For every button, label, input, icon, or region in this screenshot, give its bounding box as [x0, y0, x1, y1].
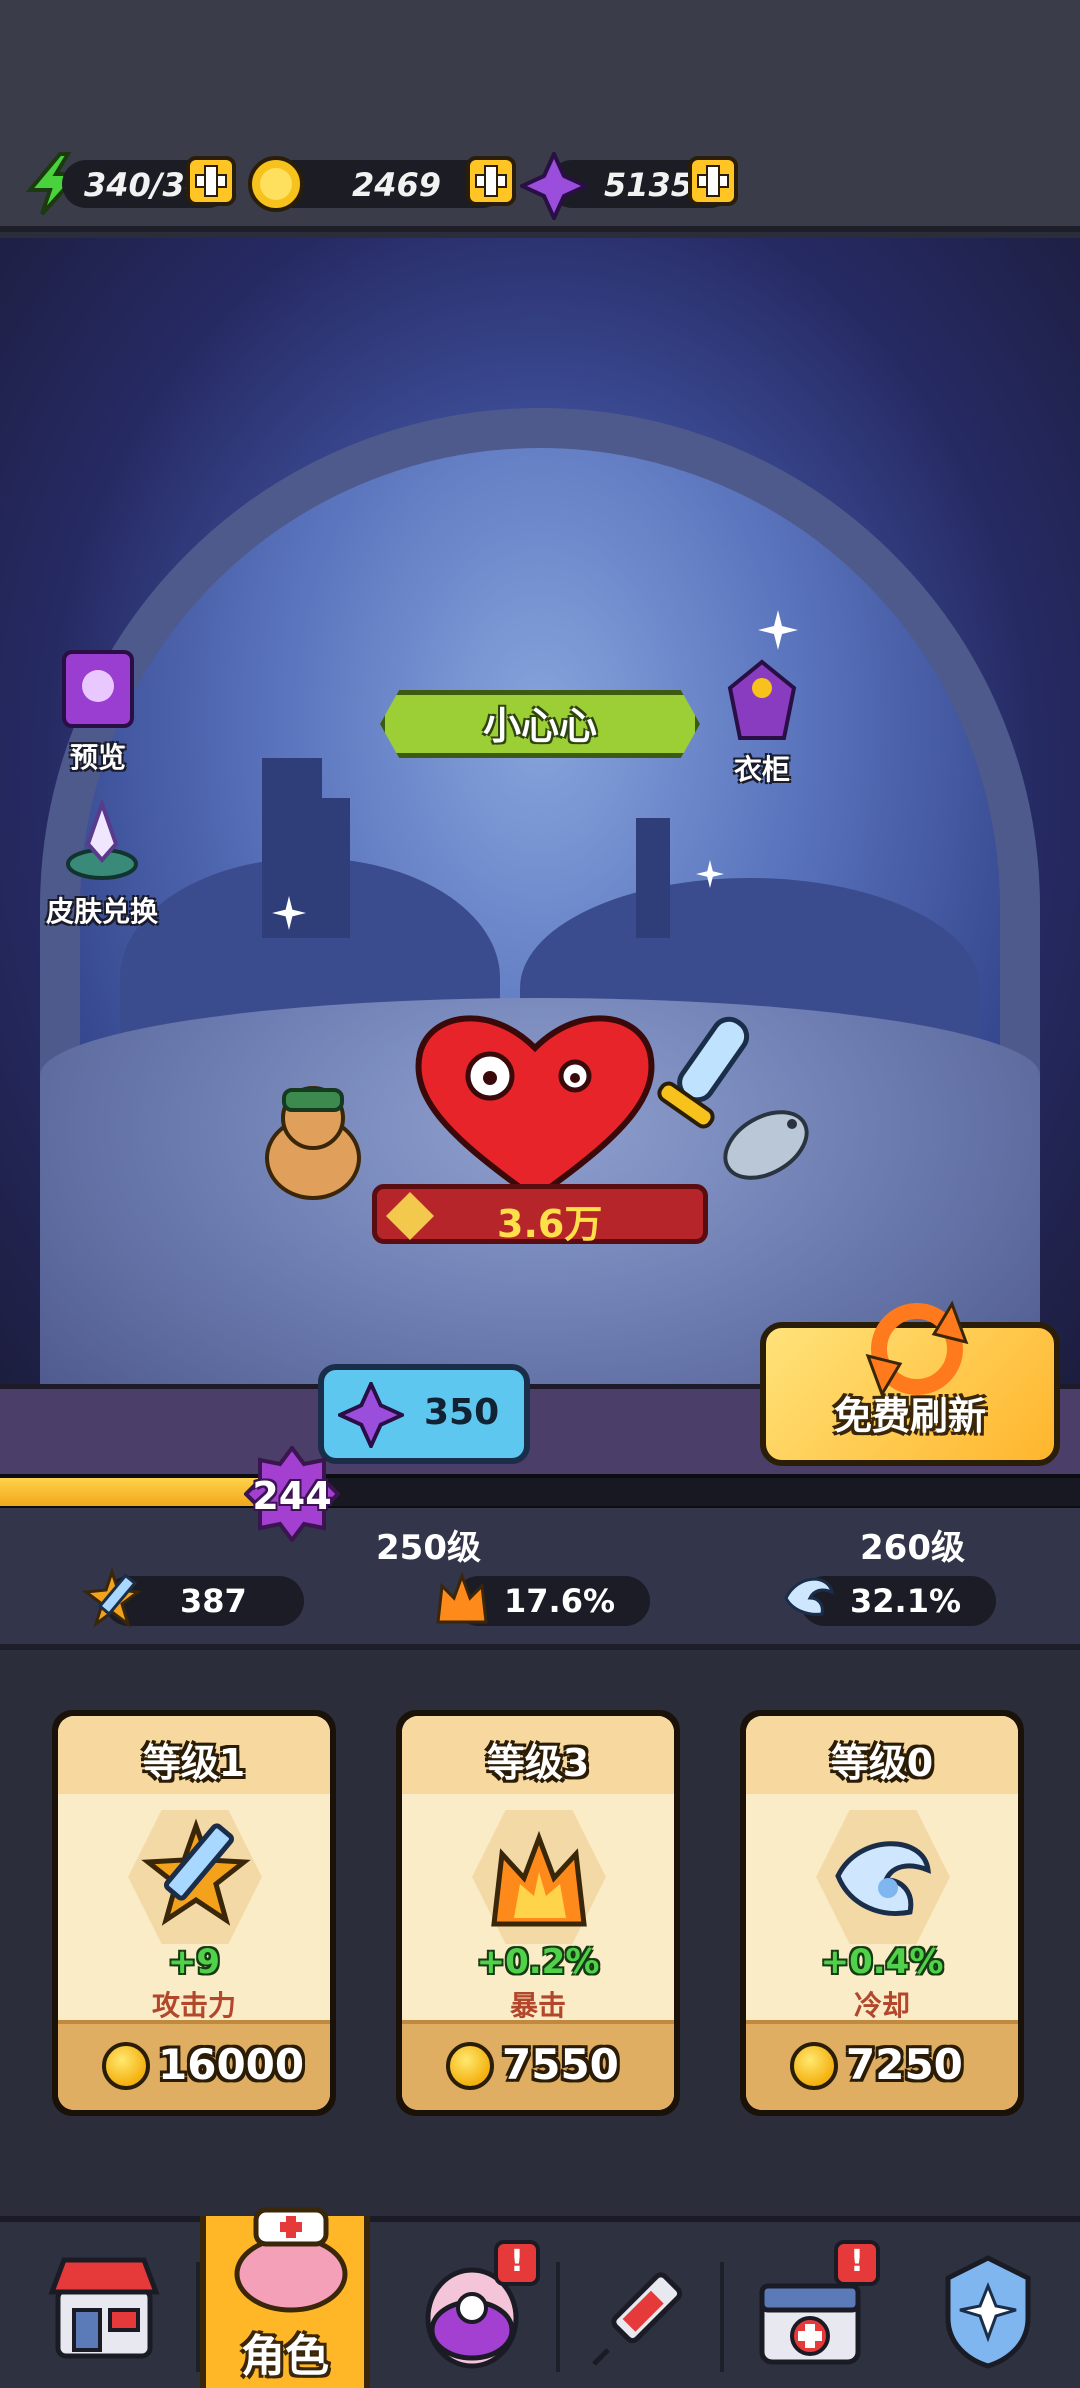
coin-icon — [102, 2042, 150, 2090]
guild-emblem-icon — [945, 2255, 1031, 2369]
upgrade-cards: 等级1 +9 攻击力 16000 等级3 +0.2% 暴击 7550 等级0 +… — [0, 1656, 1080, 2216]
nav-medkit[interactable]: ! — [730, 2236, 900, 2388]
purple-gem-icon — [338, 1382, 404, 1448]
card-bonus-value: +0.2% — [476, 1942, 600, 1982]
nav-egg[interactable]: ! — [390, 2236, 560, 2388]
nav-guild[interactable] — [904, 2236, 1074, 2388]
cooldown-stat: 32.1% — [784, 1576, 996, 1626]
shop-icon — [48, 2257, 160, 2359]
gold-value: 2469 — [352, 166, 442, 204]
card-stat-name: 攻击力 — [151, 1989, 236, 2022]
card-level-label: 等级1 — [142, 1741, 246, 1785]
preview-label: 预览 — [69, 741, 126, 774]
card-price-bar[interactable]: 7550 — [402, 2020, 674, 2110]
free-refresh-button[interactable]: 免费刷新 — [760, 1300, 1060, 1466]
heart-character[interactable] — [410, 998, 660, 1208]
card-price-bar[interactable]: 16000 — [58, 2020, 330, 2110]
notification-badge: ! — [834, 2240, 880, 2286]
card-level-label: 等级3 — [486, 1741, 590, 1785]
wardrobe-label: 衣柜 — [733, 753, 790, 786]
level-value: 244 — [252, 1474, 332, 1518]
sword-icon — [141, 1818, 251, 1926]
crit-stat: 17.6% — [436, 1571, 650, 1626]
resource-bar: 340/30 2469 5135 — [0, 0, 1080, 232]
milestone-label: 260级 — [860, 1528, 965, 1568]
level-progress-fill — [0, 1478, 260, 1506]
spellbook-icon — [62, 650, 134, 728]
level-progress-bar — [0, 1474, 1080, 1510]
coin-icon — [248, 156, 304, 212]
sparkle-icon — [272, 896, 306, 930]
skin-exchange-button[interactable]: 皮肤兑换 — [32, 797, 172, 930]
sparkle-icon — [758, 610, 798, 650]
nav-character-label: 角色 — [241, 2331, 329, 2382]
combat-power-banner: 3.6万 — [372, 1184, 708, 1246]
card-price: 16000 — [158, 2040, 305, 2089]
notification-badge: ! — [494, 2240, 540, 2286]
stats-panel: 250级 260级 387 17.6% 32.1% — [0, 1508, 1080, 1650]
syringe-icon — [592, 2272, 683, 2366]
upgrade-card-attack[interactable]: 等级1 +9 攻击力 16000 — [52, 1710, 336, 2116]
sword-icon — [82, 1568, 142, 1628]
upgrade-card-crit[interactable]: 等级3 +0.2% 暴击 7550 — [396, 1710, 680, 2116]
attack-value: 387 — [180, 1582, 247, 1620]
attack-stat: 387 — [82, 1568, 304, 1628]
wardrobe-icon — [727, 659, 797, 740]
refresh-cost-tab: 350 — [318, 1364, 530, 1464]
crit-burst-icon — [491, 1830, 587, 1927]
card-price: 7550 — [502, 2040, 619, 2089]
free-refresh-label: 免费刷新 — [833, 1394, 986, 1438]
gem-value: 5135 — [604, 166, 694, 204]
add-gold-button[interactable] — [466, 156, 516, 206]
upgrade-card-cooldown[interactable]: 等级0 +0.4% 冷却 7250 — [740, 1710, 1024, 2116]
crystal-icon — [66, 797, 138, 880]
wing-icon — [835, 1841, 931, 1916]
card-stat-name: 暴击 — [509, 1989, 566, 2022]
crossed-swords-icon — [385, 1191, 435, 1241]
nav-character[interactable]: 角色 — [200, 2207, 370, 2388]
nav-syringe[interactable] — [566, 2236, 736, 2388]
card-bonus-value: +0.4% — [820, 1942, 944, 1982]
bottom-nav: 角色 ! ! — [0, 2207, 1080, 2388]
add-gem-button[interactable] — [688, 156, 738, 206]
hamster-pet-icon — [265, 1086, 361, 1200]
crit-burst-icon — [436, 1571, 488, 1624]
skin-exchange-label: 皮肤兑换 — [45, 895, 158, 928]
level-badge: 244 — [243, 1444, 341, 1544]
coin-icon — [446, 2042, 494, 2090]
energy-counter: 340/30 — [62, 156, 236, 208]
preview-button[interactable]: 预览 — [42, 646, 154, 776]
nav-shop[interactable] — [20, 2236, 190, 2388]
character-scene: 小心心 预览 皮肤兑换 衣柜 3.6万 — [0, 238, 1080, 1428]
add-energy-button[interactable] — [186, 156, 236, 206]
card-price: 7250 — [846, 2040, 963, 2089]
wing-icon — [784, 1577, 835, 1616]
card-bonus-value: +9 — [167, 1942, 221, 1982]
sparkle-icon — [696, 860, 724, 888]
brain-nurse-icon — [234, 2207, 348, 2313]
card-price-bar[interactable]: 7250 — [746, 2020, 1018, 2110]
milestone-label: 250级 — [376, 1528, 481, 1568]
character-name: 小心心 — [482, 704, 597, 748]
refresh-cost-value: 350 — [424, 1392, 500, 1433]
crit-value: 17.6% — [504, 1582, 616, 1620]
character-name-banner: 小心心 — [380, 690, 700, 758]
cooldown-value: 32.1% — [850, 1582, 962, 1620]
purple-gem-icon — [520, 152, 588, 220]
card-stat-name: 冷却 — [853, 1989, 910, 2022]
wardrobe-button[interactable]: 衣柜 — [706, 658, 818, 788]
fish-pet-icon — [723, 1110, 809, 1180]
coin-icon — [790, 2042, 838, 2090]
card-level-label: 等级0 — [830, 1741, 934, 1785]
combat-power-value: 3.6万 — [497, 1202, 603, 1246]
